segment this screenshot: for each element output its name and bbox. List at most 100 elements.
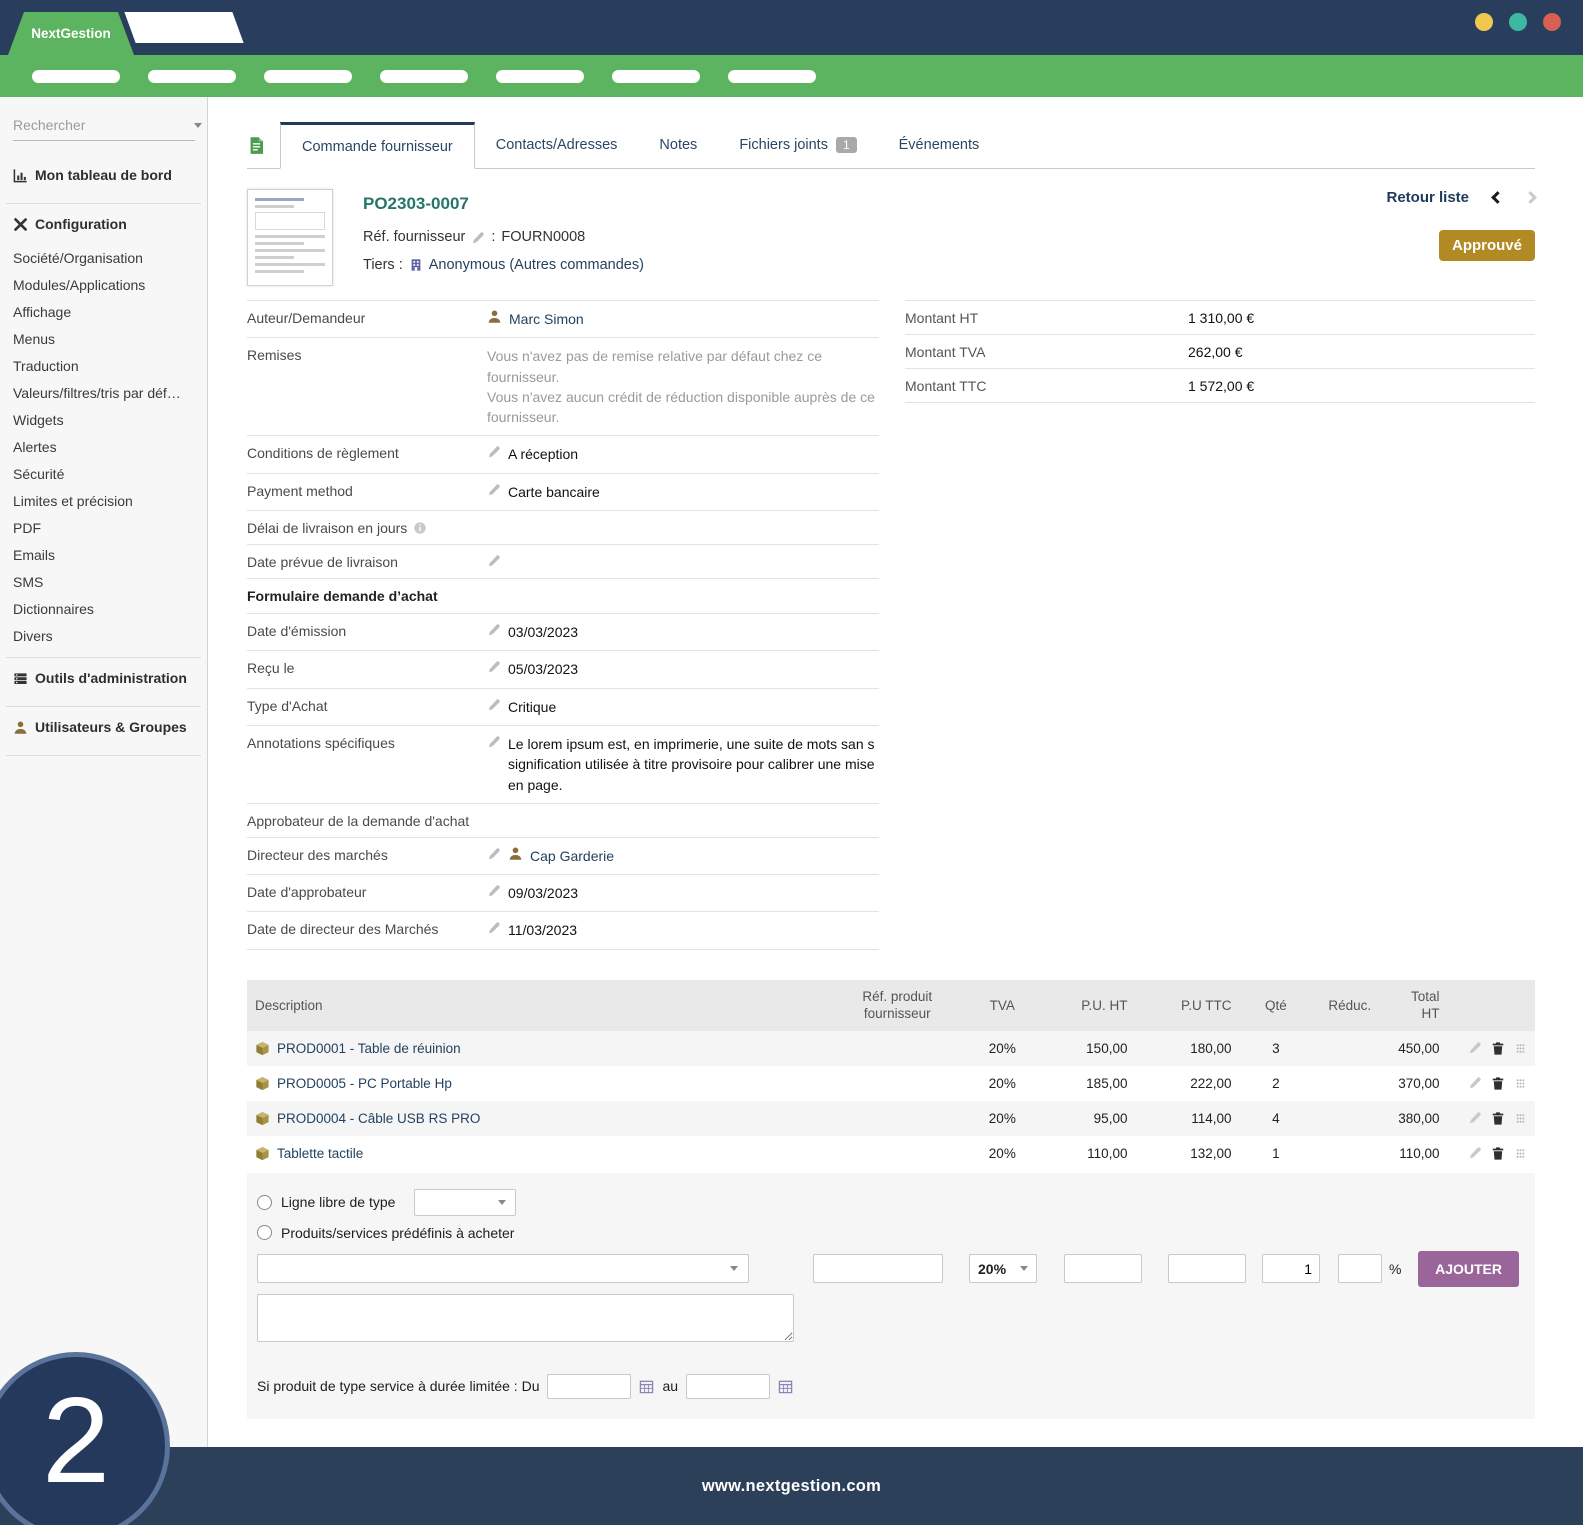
tab-commande-fournisseur[interactable]: Commande fournisseur [280,122,475,169]
reduc-input[interactable] [1338,1254,1382,1284]
edit-pencil-icon[interactable] [487,554,501,568]
tiers-link[interactable]: Anonymous (Autres commandes) [429,254,644,276]
edit-line-icon[interactable] [1468,1041,1482,1055]
delete-line-icon[interactable] [1491,1111,1505,1125]
sidebar-item-societe[interactable]: Société/Organisation [0,244,207,271]
edit-line-icon[interactable] [1468,1076,1482,1090]
product-link[interactable]: Tablette tactile [277,1146,363,1161]
issue-date-value: 03/03/2023 [508,624,579,641]
prev-arrow-icon[interactable] [1491,191,1504,204]
cell-reduc [1312,1136,1387,1171]
sidebar-item-securite[interactable]: Sécurité [0,460,207,487]
menu-pill-5[interactable] [496,69,584,83]
free-line-radio[interactable] [257,1194,272,1210]
line-description-textarea[interactable] [257,1293,794,1342]
menu-pill-1[interactable] [32,69,120,83]
sidebar-item-admin-tools[interactable]: Outils d'administration [0,658,207,698]
edit-line-icon[interactable] [1468,1146,1482,1160]
sidebar-item-users-groups[interactable]: Utilisateurs & Groupes [0,707,207,747]
sidebar-item-dashboard[interactable]: Mon tableau de bord [0,155,207,195]
edit-pencil-icon[interactable] [487,698,501,712]
director-link[interactable]: Cap Garderie [530,846,614,866]
calendar-icon[interactable] [639,1379,654,1394]
sidebar-item-menus[interactable]: Menus [0,325,207,352]
product-link[interactable]: PROD0004 - Câble USB RS PRO [277,1111,480,1126]
amount-label: Montant TVA [905,343,986,360]
edit-pencil-icon[interactable] [487,623,501,637]
add-line-button[interactable]: AJOUTER [1418,1250,1519,1287]
brand-logo[interactable]: NextGestion [8,12,134,55]
drag-grip-icon[interactable] [1514,1042,1527,1055]
tab-fichiers-joints[interactable]: Fichiers joints 1 [718,122,877,168]
back-to-list-link[interactable]: Retour liste [1386,189,1469,206]
vat-select[interactable]: 20% [969,1254,1037,1284]
tab-notes[interactable]: Notes [638,122,718,168]
edit-line-icon[interactable] [1468,1111,1482,1125]
free-line-option: Ligne libre de type [257,1188,1519,1216]
delete-line-icon[interactable] [1491,1041,1505,1055]
detail-row-approver: Approbateur de la demande d'achat [247,802,879,837]
cell-pu-ht: 110,00 [1087,1145,1128,1161]
field-label: Annotations spécifiques [247,734,395,751]
sidebar-item-traduction[interactable]: Traduction [0,352,207,379]
ref-supplier-input[interactable] [813,1254,943,1284]
menu-pill-6[interactable] [612,69,700,83]
edit-pencil-icon[interactable] [487,660,501,674]
pu-ttc-input[interactable] [1168,1254,1246,1284]
sidebar-item-divers[interactable]: Divers [0,622,207,649]
tab-evenements[interactable]: Événements [878,122,1001,168]
tab-contacts-adresses[interactable]: Contacts/Adresses [475,122,639,168]
search-input[interactable] [13,117,194,133]
edit-pencil-icon[interactable] [487,884,501,898]
edit-pencil-icon[interactable] [487,735,501,749]
sidebar-item-valeurs[interactable]: Valeurs/filtres/tris par déf… [0,379,207,406]
edit-pencil-icon[interactable] [487,445,501,459]
author-link[interactable]: Marc Simon [509,309,584,329]
menu-pill-3[interactable] [264,69,352,83]
document-tab-icon [247,136,266,155]
sidebar-item-emails[interactable]: Emails [0,541,207,568]
cell-tva: 20% [988,1145,1016,1161]
drag-grip-icon[interactable] [1514,1077,1527,1090]
cell-pu-ht: 150,00 [1086,1040,1128,1056]
sidebar-item-sms[interactable]: SMS [0,568,207,595]
delete-line-icon[interactable] [1491,1076,1505,1090]
menu-pill-7[interactable] [728,69,816,83]
detail-row-director: Directeur des marchés Cap Garderie [247,836,879,874]
drag-grip-icon[interactable] [1514,1147,1527,1160]
edit-pencil-icon[interactable] [487,921,501,935]
document-thumbnail[interactable] [247,189,333,286]
service-end-date-input[interactable] [686,1373,771,1399]
menu-pill-2[interactable] [148,69,236,83]
amount-row-tva: Montant TVA 262,00 € [905,334,1535,368]
qty-input[interactable] [1262,1254,1320,1284]
edit-pencil-icon[interactable] [471,231,485,245]
sidebar-item-modules[interactable]: Modules/Applications [0,271,207,298]
edit-pencil-icon[interactable] [487,847,501,861]
sidebar-item-widgets[interactable]: Widgets [0,406,207,433]
sidebar-item-affichage[interactable]: Affichage [0,298,207,325]
sidebar-item-limites[interactable]: Limites et précision [0,487,207,514]
sidebar-item-pdf[interactable]: PDF [0,514,207,541]
delete-line-icon[interactable] [1491,1146,1505,1160]
sidebar-item-configuration[interactable]: Configuration [0,204,207,244]
detail-row-annotations: Annotations spécifiques Le lorem ipsum e… [247,724,879,803]
pu-ht-input[interactable] [1064,1254,1142,1284]
predefined-radio[interactable] [257,1225,272,1241]
search-caret-icon[interactable] [194,122,202,128]
product-link[interactable]: PROD0005 - PC Portable Hp [277,1076,452,1091]
table-header-row: Description Réf. produit fournisseur TVA… [247,979,1535,1031]
drag-grip-icon[interactable] [1514,1112,1527,1125]
service-start-date-input[interactable] [547,1373,632,1399]
cell-tva: 20% [988,1040,1016,1056]
tiers-label: Tiers : [363,256,403,273]
edit-pencil-icon[interactable] [487,483,501,497]
product-link[interactable]: PROD0001 - Table de réuinion [277,1041,461,1056]
product-select[interactable] [257,1254,749,1284]
sidebar-item-alertes[interactable]: Alertes [0,433,207,460]
free-line-type-select[interactable] [414,1188,517,1216]
sidebar-item-dictionnaires[interactable]: Dictionnaires [0,595,207,622]
menu-pill-4[interactable] [380,69,468,83]
next-arrow-icon [1524,191,1537,204]
calendar-icon[interactable] [778,1379,793,1394]
